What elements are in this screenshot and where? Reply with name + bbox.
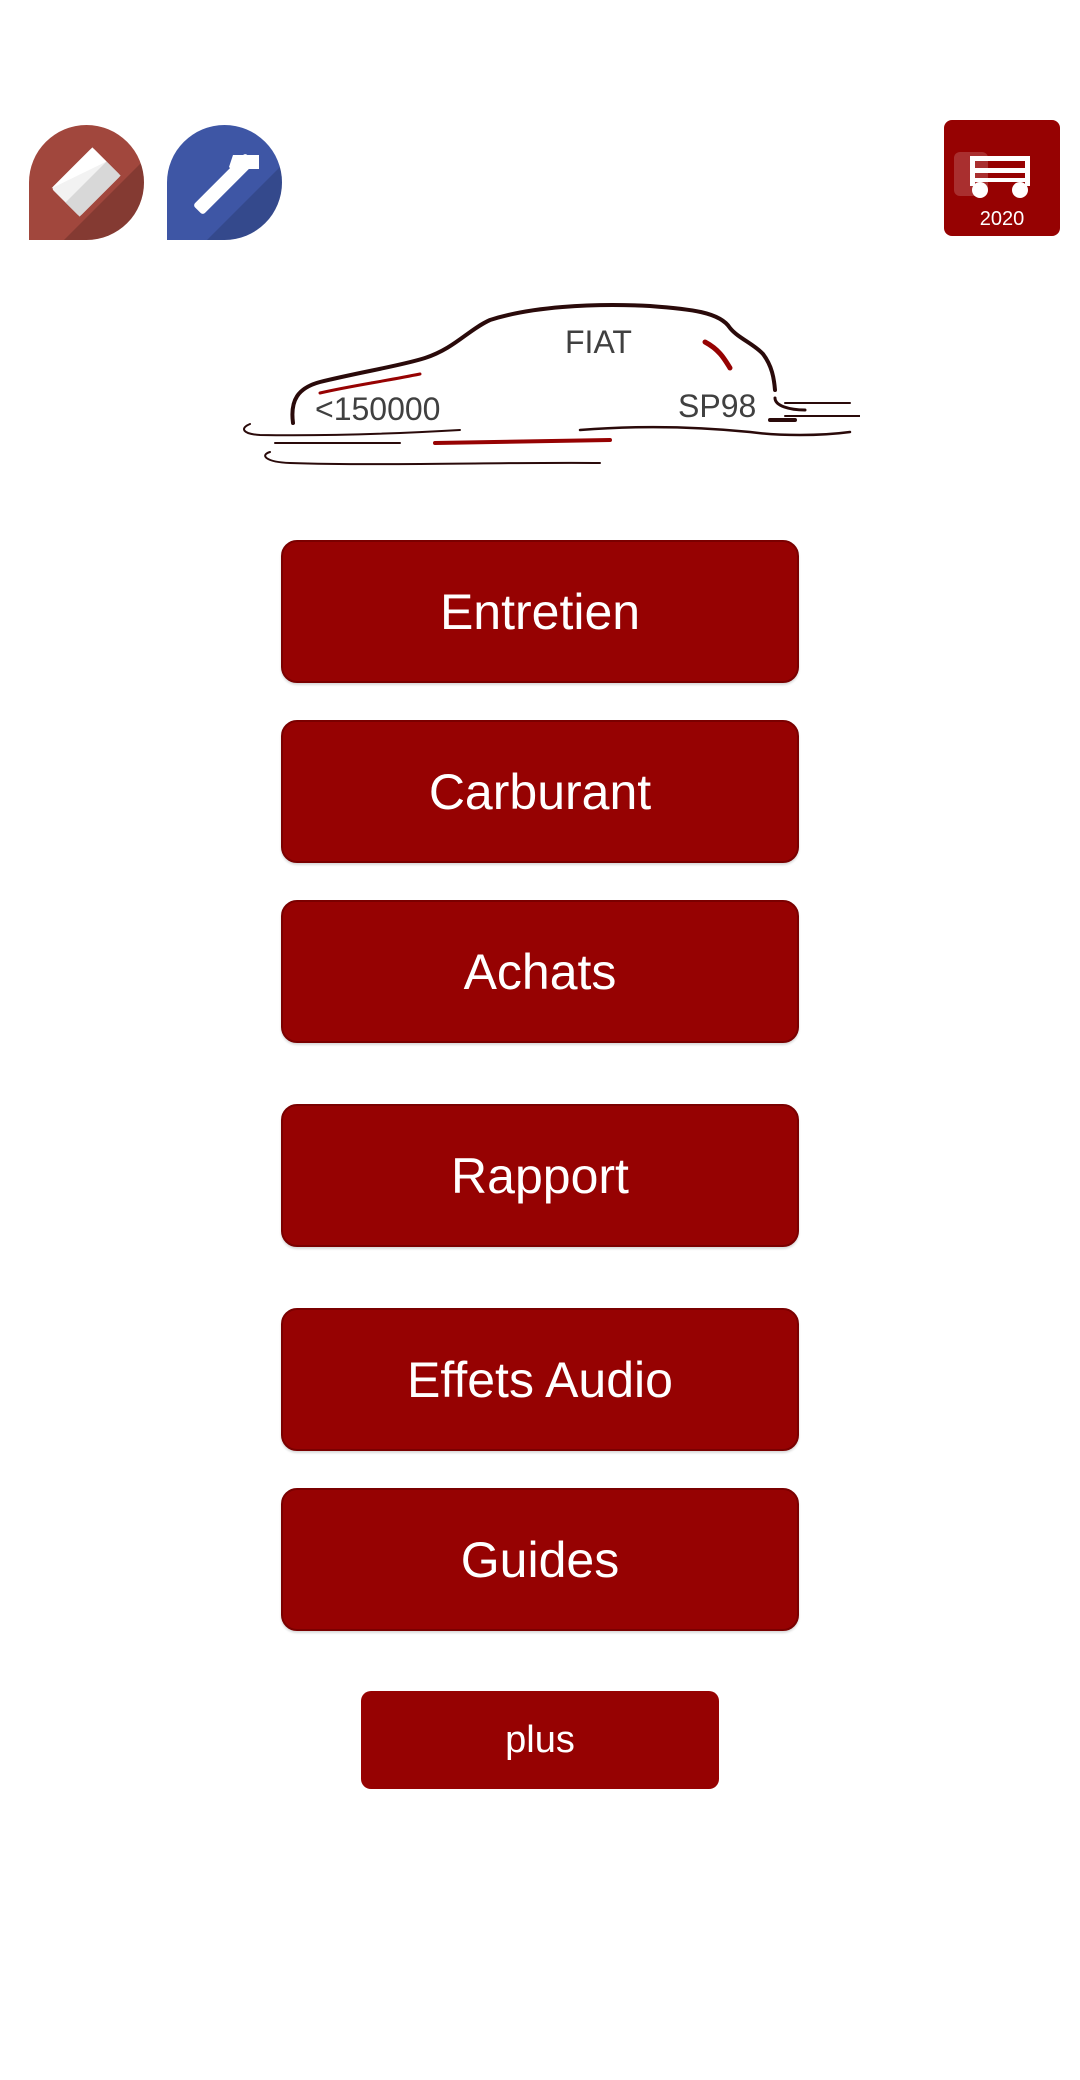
edit-button[interactable] <box>29 125 144 240</box>
entretien-label: Entretien <box>439 583 641 640</box>
achats-label: Achats <box>463 943 617 1000</box>
vehicle-mileage: <150000 <box>315 391 441 427</box>
tools-button[interactable] <box>167 125 282 240</box>
entretien-button[interactable]: Entretien <box>281 540 799 683</box>
achats-button[interactable]: Achats <box>281 900 799 1043</box>
effets-audio-button[interactable]: Effets Audio <box>281 1308 799 1451</box>
vehicle-fuel: SP98 <box>678 388 757 424</box>
effets-audio-label: Effets Audio <box>407 1351 673 1408</box>
carburant-button[interactable]: Carburant <box>281 720 799 863</box>
rapport-label: Rapport <box>451 1147 629 1204</box>
plus-label: plus <box>505 1718 575 1761</box>
vehicle-year: 2020 <box>979 208 1025 230</box>
guides-button[interactable]: Guides <box>281 1488 799 1631</box>
vehicle-brand: FIAT <box>565 324 632 360</box>
car-sketch <box>243 303 860 466</box>
car-icon <box>954 152 1030 198</box>
vehicle-badge[interactable]: 2020 <box>944 120 1060 236</box>
carburant-label: Carburant <box>428 763 652 820</box>
guides-label: Guides <box>460 1531 620 1588</box>
wrench-icon <box>194 154 282 240</box>
plus-button[interactable]: plus <box>361 1691 719 1789</box>
pencil-icon <box>51 147 144 240</box>
vehicle-summary[interactable]: FIAT <150000 SP98 <box>230 300 860 480</box>
rapport-button[interactable]: Rapport <box>281 1104 799 1247</box>
